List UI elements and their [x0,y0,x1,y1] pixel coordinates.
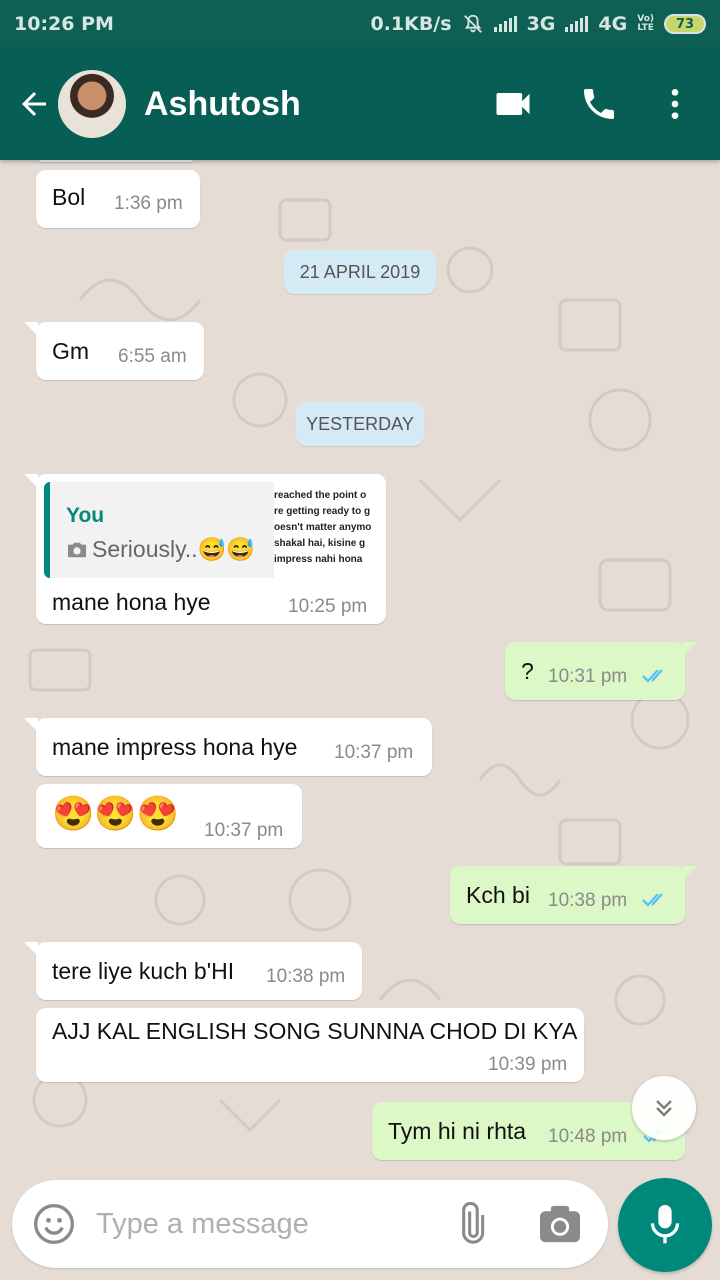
message-bubble-partial [36,160,196,162]
message-text: Gm [52,338,90,364]
message-time: 10:37 pm [334,742,414,763]
thumb-line: reached the point o [274,490,367,501]
back-arrow-icon [22,92,46,116]
network-type-2: 4G [598,13,628,35]
message-text: Tym hi ni rhta [388,1118,527,1144]
camera-icon[interactable] [538,1204,582,1244]
volte-bottom: LTE [637,23,654,33]
attach-icon[interactable] [448,1202,494,1248]
status-bar: 10:26 PM 0.1KB/s 3G 4G Vo) LTE 73 [0,0,720,48]
quoted-message[interactable]: You Seriously..😅😅 reached the point o re… [44,482,378,578]
message-bubble[interactable]: Gm 6:55 am [24,322,204,380]
message-time: 6:55 am [118,346,187,367]
signal-icon-2 [565,16,589,32]
voice-message-button[interactable] [618,1178,712,1272]
read-ticks-icon [642,893,663,907]
message-text: AJJ KAL ENGLISH SONG SUNNNA CHOD DI KYA [52,1018,578,1044]
network-speed: 0.1KB/s [370,13,452,35]
status-time: 10:26 PM [14,13,114,35]
message-time: 1:36 pm [114,193,183,214]
message-time: 10:31 pm [548,666,628,687]
message-text: tere liye kuch b'HI [52,958,235,984]
thumb-line: impress nahi hona [274,554,363,565]
message-bubble[interactable]: 😍😍😍 10:37 pm [36,784,302,848]
message-bubble[interactable]: AJJ KAL ENGLISH SONG SUNNNA CHOD DI KYA … [36,1008,584,1082]
message-time: 10:38 pm [548,890,628,911]
notifications-off-icon [463,14,482,33]
message-emoji: 😍😍😍 [52,795,180,833]
signal-icon [493,16,517,32]
message-bubble[interactable]: ? 10:31 pm [505,642,697,700]
message-text: Kch bi [466,882,530,908]
message-time: 10:38 pm [266,966,346,987]
back-button[interactable] [12,82,56,126]
thumb-line: shakal hai, kisine g [274,538,366,549]
message-text: Bol [52,184,86,210]
network-type-1: 3G [526,13,556,35]
scroll-down-button[interactable] [632,1076,696,1140]
message-composer [12,1180,608,1268]
chat-area[interactable]: Bol 1:36 pm 21 APRIL 2019 Gm 6:55 am YES… [0,160,720,1180]
battery-level: 73 [675,16,695,32]
message-bubble-reply[interactable]: You Seriously..😅😅 reached the point o re… [24,474,386,624]
read-ticks-icon [642,669,663,683]
message-time: 10:39 pm [488,1054,568,1075]
avatar[interactable] [58,70,126,138]
message-bubble[interactable]: Bol 1:36 pm [36,170,200,228]
video-call-button[interactable] [478,69,548,139]
message-bubble[interactable]: Kch bi 10:38 pm [450,866,697,924]
contact-name[interactable]: Ashutosh [144,85,478,124]
message-time: 10:25 pm [288,596,368,617]
message-input[interactable] [96,1194,436,1254]
message-bubble[interactable]: tere liye kuch b'HI 10:38 pm [24,942,362,1000]
message-text: mane impress hona hye [52,734,298,760]
more-options-icon [671,89,679,119]
status-icons: 0.1KB/s 3G 4G Vo) LTE 73 [370,13,706,35]
quoted-image-thumbnail: reached the point o re getting ready to … [274,482,378,578]
battery-icon: 73 [664,14,706,34]
emoji-icon[interactable] [32,1202,76,1246]
thumb-line: oesn't matter anymo [274,522,372,533]
volte-badge: Vo) LTE [637,15,654,33]
message-bubble[interactable]: mane impress hona hye 10:37 pm [24,718,432,776]
quoted-text: Seriously..😅😅 [66,536,255,563]
date-chip: 21 APRIL 2019 [284,250,436,294]
mic-icon [650,1205,680,1244]
quoted-caption: Seriously..😅😅 [92,536,255,562]
video-call-icon [496,93,530,115]
message-text: ? [521,658,534,684]
thumb-line: re getting ready to g [274,506,371,517]
message-time: 10:37 pm [204,820,284,841]
message-time: 10:48 pm [548,1126,628,1147]
voice-call-icon [584,89,614,119]
camera-icon [68,542,86,557]
more-options-button[interactable] [640,69,710,139]
message-text: mane hona hye [52,589,211,615]
voice-call-button[interactable] [564,69,634,139]
chat-header: Ashutosh [0,48,720,160]
date-chip: YESTERDAY [296,402,424,446]
scroll-down-icon [656,1100,672,1117]
quoted-author: You [66,504,105,527]
